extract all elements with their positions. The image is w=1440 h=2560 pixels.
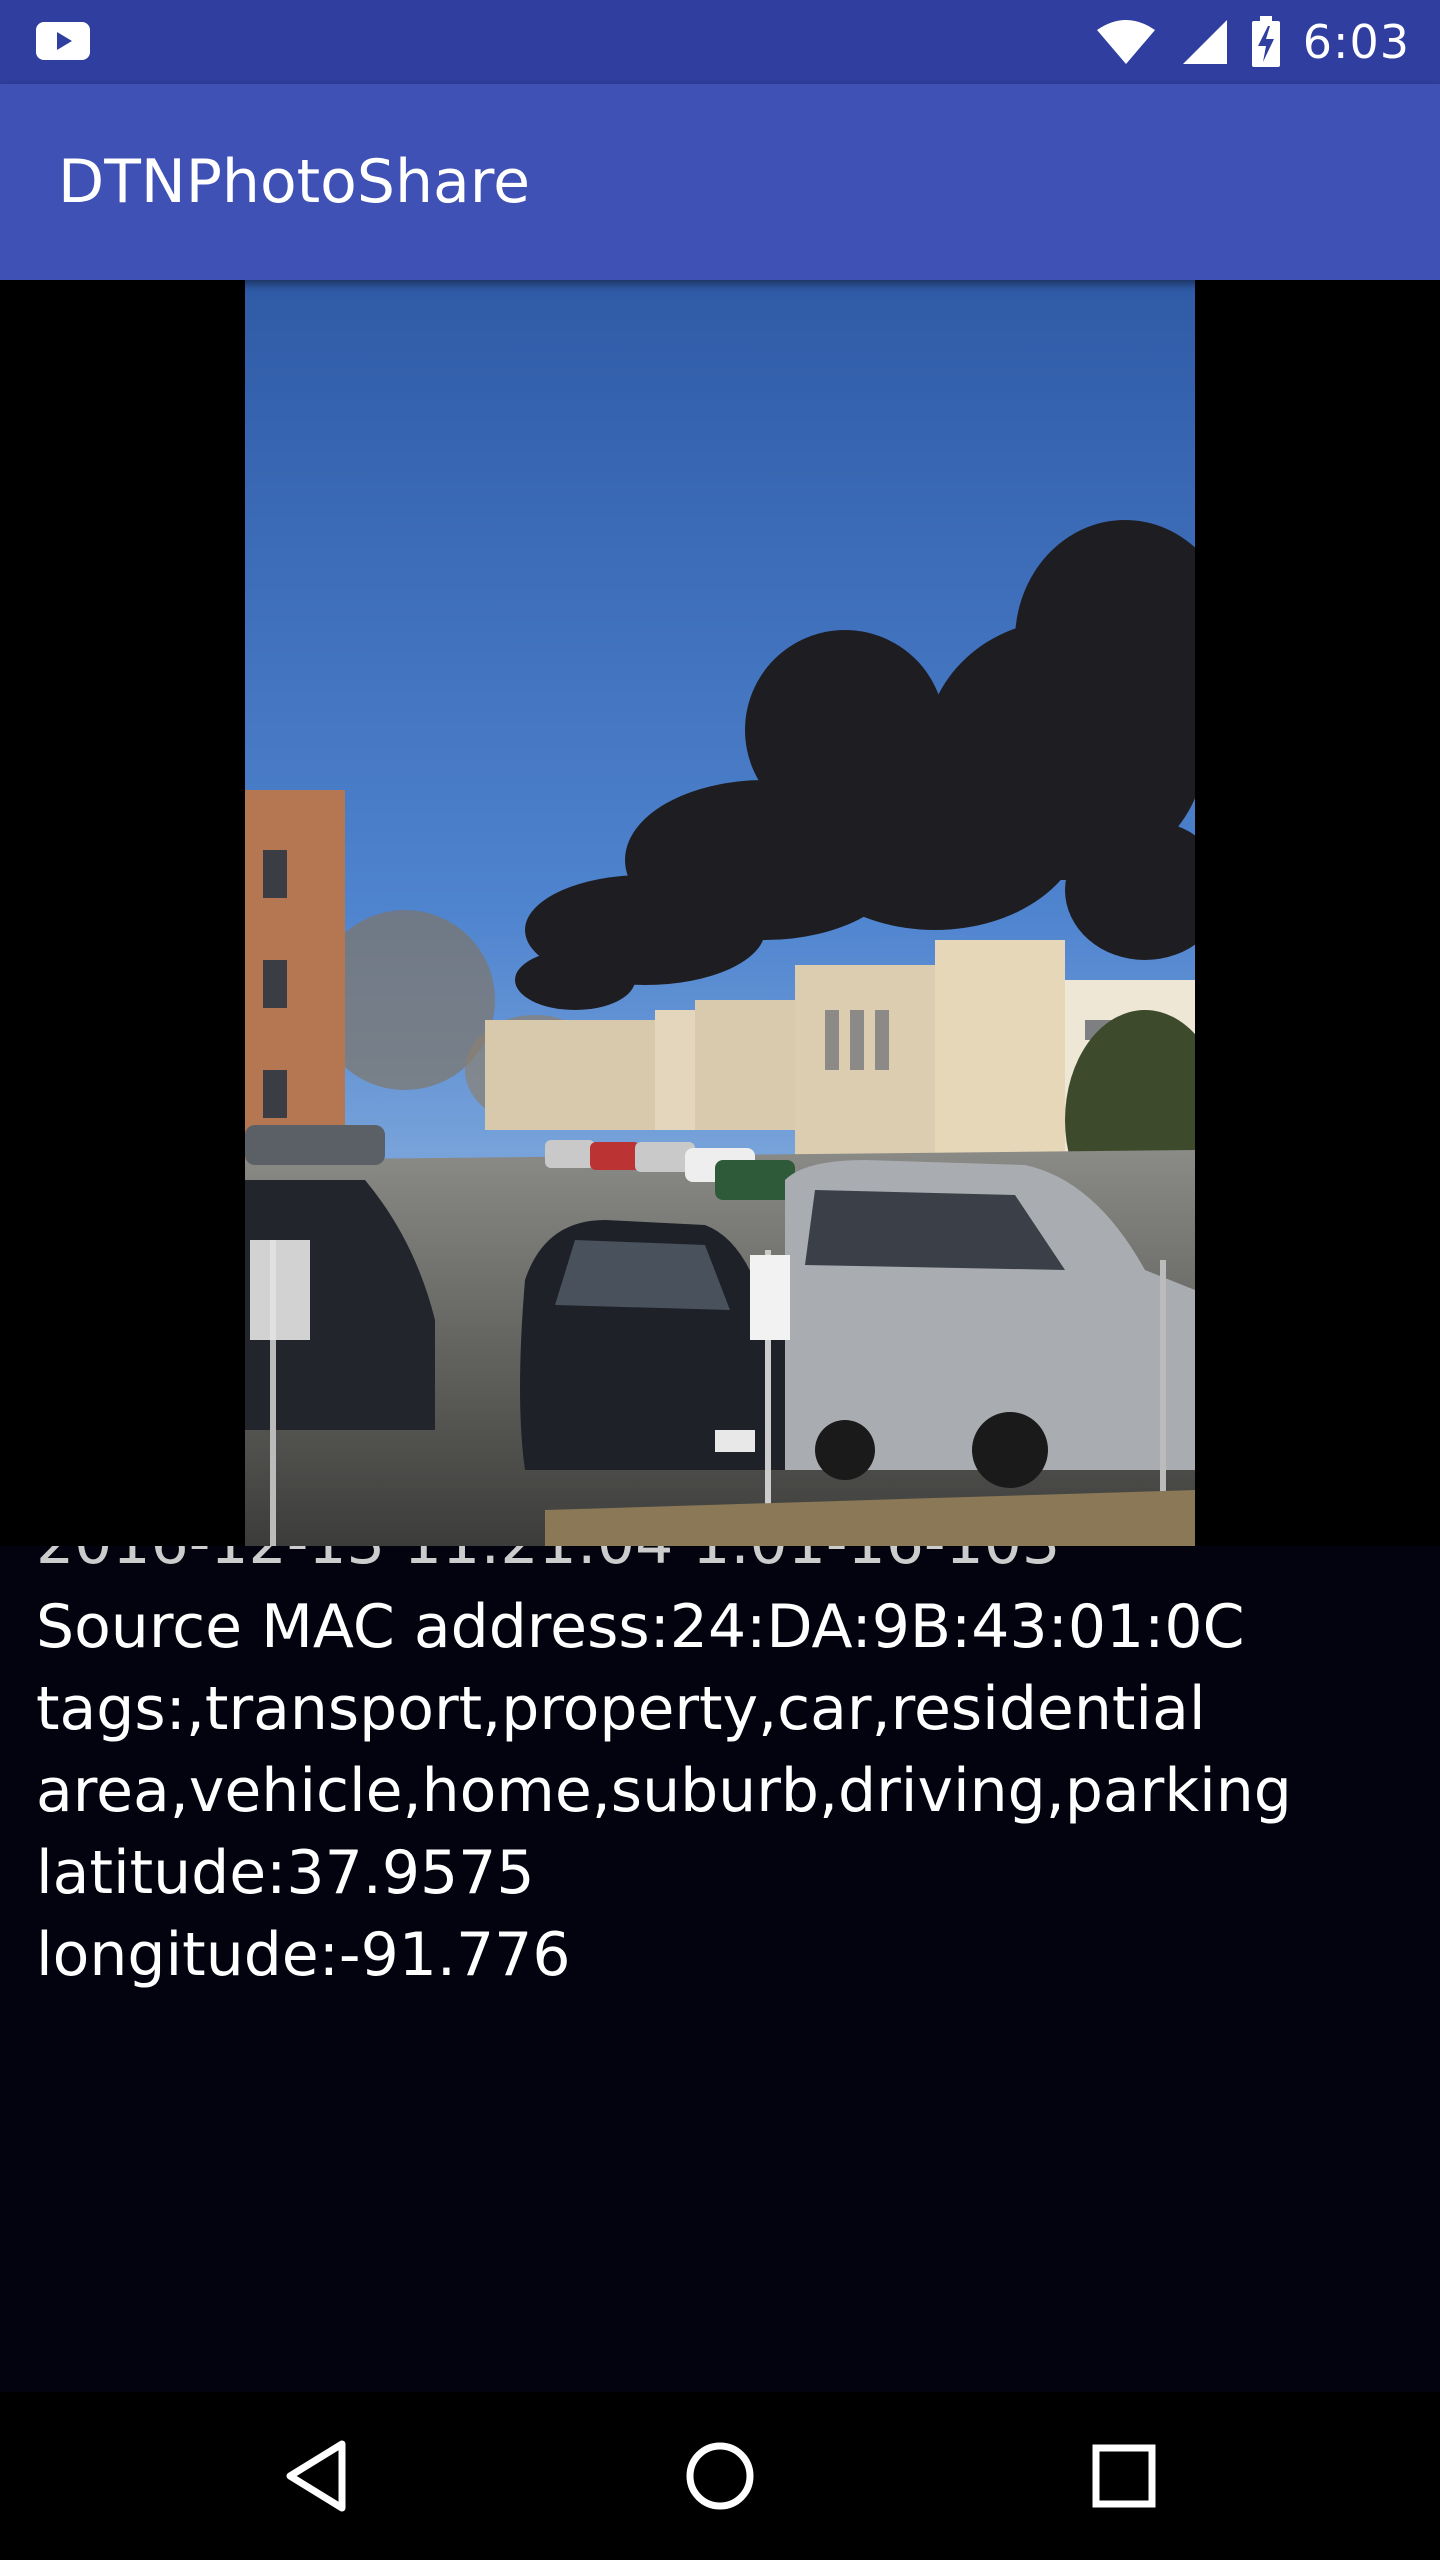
status-time: 6:03 bbox=[1302, 15, 1410, 69]
source-mac-text: Source MAC address:24:DA:9B:43:01:0C bbox=[36, 1592, 1245, 1662]
back-icon[interactable] bbox=[270, 2428, 366, 2524]
battery-charging-icon bbox=[1251, 16, 1280, 67]
status-bar: 6:03 bbox=[0, 0, 1440, 84]
photo-info: 2016-12-13 11:21:04 1.01-16-103 Source M… bbox=[36, 1546, 1416, 2002]
app-bar: DTNPhotoShare bbox=[0, 84, 1440, 280]
screen: 6:03 DTNPhotoShare Source MAC address:24… bbox=[0, 0, 1440, 2560]
shared-photo[interactable] bbox=[245, 280, 1195, 1546]
latitude-text: latitude:37.9575 bbox=[36, 1838, 535, 1908]
app-title: DTNPhotoShare bbox=[58, 147, 531, 217]
status-icons: 6:03 bbox=[1095, 0, 1410, 84]
navigation-bar bbox=[0, 2392, 1440, 2560]
cell-signal-icon bbox=[1182, 20, 1227, 64]
photo-area bbox=[0, 280, 1440, 1546]
info-clipped-line: 2016-12-13 11:21:04 1.01-16-103 bbox=[36, 1546, 1416, 1586]
recents-icon[interactable] bbox=[1076, 2428, 1172, 2524]
home-icon[interactable] bbox=[672, 2428, 768, 2524]
youtube-notification-icon bbox=[36, 22, 90, 60]
tags-text: tags:,transport,property,car,residential… bbox=[36, 1674, 1292, 1826]
longitude-text: longitude:-91.776 bbox=[36, 1920, 571, 1990]
wifi-icon bbox=[1096, 20, 1155, 64]
